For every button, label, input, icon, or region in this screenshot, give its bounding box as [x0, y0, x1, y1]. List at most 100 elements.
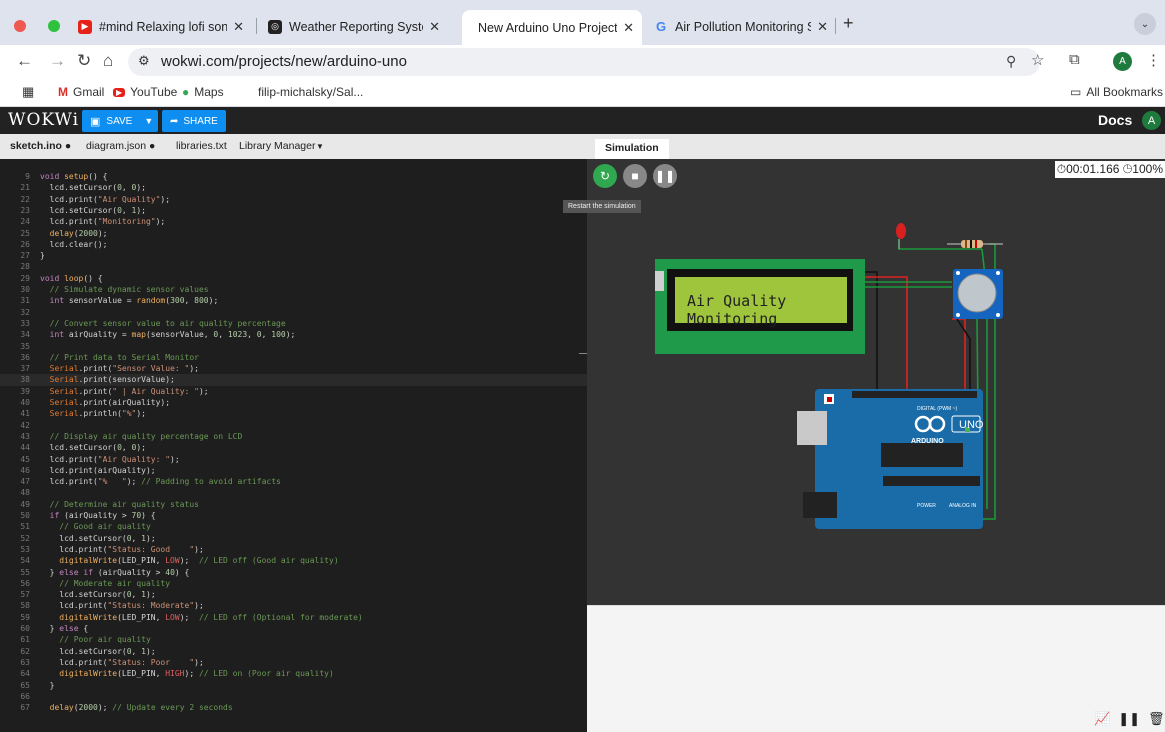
code-line[interactable]: 64 digitalWrite(LED_PIN, HIGH); // LED o…	[0, 668, 587, 679]
code-line[interactable]: 62 lcd.setCursor(0, 1);	[0, 646, 587, 657]
simulation-canvas[interactable]: ↻ ■ ❚❚ Restart the simulation ⏱00:01.166…	[563, 159, 1165, 605]
close-tab-icon[interactable]: ✕	[623, 20, 634, 36]
code-line[interactable]: 66	[0, 691, 587, 702]
code-line[interactable]: 40 Serial.print(airQuality);	[0, 397, 587, 408]
code-line[interactable]: 60 } else {	[0, 623, 587, 634]
close-tab-icon[interactable]: ✕	[817, 19, 828, 35]
tab-libraries-txt[interactable]: libraries.txt	[176, 140, 227, 152]
code-line[interactable]: 45 lcd.print("Air Quality: ");	[0, 454, 587, 465]
tab-diagram-json[interactable]: diagram.json ●	[86, 140, 155, 152]
code-line[interactable]: 24 lcd.print("Monitoring");	[0, 216, 587, 227]
code-line[interactable]: 54 digitalWrite(LED_PIN, LOW); // LED of…	[0, 555, 587, 566]
code-line[interactable]: 9 void setup() {	[0, 171, 587, 182]
maximize-window-icon[interactable]	[48, 20, 60, 32]
code-line[interactable]: 42	[0, 420, 587, 431]
close-window-icon[interactable]	[14, 20, 26, 32]
code-line[interactable]: 51 // Good air quality	[0, 521, 587, 532]
stop-simulation-button[interactable]: ■	[623, 164, 647, 188]
code-line[interactable]: 35	[0, 341, 587, 352]
code-line[interactable]: 21 lcd.setCursor(0, 0);	[0, 182, 587, 193]
url-bar[interactable]: ⚙ wokwi.com/projects/new/arduino-uno	[128, 48, 1040, 76]
home-icon[interactable]: ⌂	[103, 51, 113, 71]
code-line[interactable]: 44 lcd.setCursor(0, 0);	[0, 442, 587, 453]
restart-simulation-button[interactable]: ↻	[593, 164, 617, 188]
plotter-icon[interactable]: 📈	[1094, 711, 1110, 727]
code-line[interactable]: 32	[0, 307, 587, 318]
menu-icon[interactable]: ⋮	[1146, 51, 1161, 69]
code-line[interactable]: 63 lcd.print("Status: Poor ");	[0, 657, 587, 668]
code-line[interactable]: 67 delay(2000); // Update every 2 second…	[0, 702, 587, 713]
code-line[interactable]: 59 digitalWrite(LED_PIN, LOW); // LED of…	[0, 612, 587, 623]
code-line[interactable]: 36 // Print data to Serial Monitor	[0, 352, 587, 363]
code-line[interactable]: 29 void loop() {	[0, 273, 587, 284]
maps-pin-icon: ●	[182, 85, 190, 99]
code-line[interactable]: 25 delay(2000);	[0, 228, 587, 239]
browser-tab[interactable]: ◎ Weather Reporting System C ✕	[260, 12, 448, 41]
browser-tab[interactable]: G Air Pollution Monitoring Syste ✕	[646, 12, 836, 41]
code-line[interactable]: 26 lcd.clear();	[0, 239, 587, 250]
editor-resize-handle[interactable]	[579, 353, 587, 354]
code-line[interactable]: 55 } else if (airQuality > 40) {	[0, 567, 587, 578]
code-editor[interactable]: 9 void setup() {21 lcd.setCursor(0, 0); 22…	[0, 159, 587, 732]
code-line[interactable]: 46 lcd.print(airQuality);	[0, 465, 587, 476]
tab-simulation[interactable]: Simulation	[595, 139, 669, 159]
code-line[interactable]: 65 }	[0, 680, 587, 691]
code-line[interactable]: 48	[0, 487, 587, 498]
code-line[interactable]: 58 lcd.print("Status: Moderate");	[0, 600, 587, 611]
code-line[interactable]: 52 lcd.setCursor(0, 1);	[0, 533, 587, 544]
bookmark-youtube[interactable]: ▶ YouTube	[113, 85, 177, 99]
code-line[interactable]: 41 Serial.println("%");	[0, 408, 587, 419]
code-line[interactable]: 47 lcd.print("% "); // Padding to avoid …	[0, 476, 587, 487]
extensions-icon[interactable]: ⧉	[1069, 51, 1080, 68]
save-button[interactable]: ▣ SAVE ▼	[82, 110, 158, 132]
site-settings-icon[interactable]: ⚙	[138, 53, 150, 69]
code-line[interactable]: 27}	[0, 250, 587, 261]
bookmark-filip[interactable]: filip-michalsky/Sal...	[258, 85, 363, 99]
new-tab-icon[interactable]: +	[843, 13, 854, 34]
code-line[interactable]: 33 // Convert sensor value to air qualit…	[0, 318, 587, 329]
code-line[interactable]: 31 int sensorValue = random(300, 800);	[0, 295, 587, 306]
code-line[interactable]: 57 lcd.setCursor(0, 1);	[0, 589, 587, 600]
code-line[interactable]: 22 lcd.print("Air Quality");	[0, 194, 587, 205]
tab-library-manager[interactable]: Library Manager	[239, 140, 315, 152]
code-line[interactable]: 53 lcd.print("Status: Good ");	[0, 544, 587, 555]
browser-tab-active[interactable]: New Arduino Uno Project - W ✕	[462, 10, 642, 45]
zoom-icon[interactable]: ⚲	[1006, 53, 1016, 70]
more-tabs-dropdown-icon[interactable]: ▼	[316, 142, 324, 151]
code-line[interactable]: 50 if (airQuality > 70) {	[0, 510, 587, 521]
back-icon[interactable]: ←	[16, 51, 33, 71]
profile-avatar[interactable]: A	[1113, 52, 1132, 71]
code-line[interactable]: 23 lcd.setCursor(0, 1);	[0, 205, 587, 216]
bookmark-gmail[interactable]: M Gmail	[58, 85, 104, 99]
code-line[interactable]: 56 // Moderate air quality	[0, 578, 587, 589]
url-text[interactable]: wokwi.com/projects/new/arduino-uno	[161, 53, 407, 70]
code-line[interactable]: 34 int airQuality = map(sensorValue, 0, …	[0, 329, 587, 340]
save-dropdown-icon[interactable]: ▼	[144, 116, 153, 126]
code-line[interactable]: 37 Serial.print("Sensor Value: ");	[0, 363, 587, 374]
wokwi-logo[interactable]: WOKWi	[8, 110, 79, 130]
code-line[interactable]: 49 // Determine air quality status	[0, 499, 587, 510]
bookmark-maps[interactable]: ● Maps	[182, 85, 224, 99]
close-tab-icon[interactable]: ✕	[429, 19, 440, 35]
all-bookmarks[interactable]: ▭ All Bookmarks	[1070, 85, 1163, 99]
code-line[interactable]: 39 Serial.print(" | Air Quality: ");	[0, 386, 587, 397]
bookmark-star-icon[interactable]: ☆	[1031, 51, 1044, 69]
pause-serial-icon[interactable]: ❚❚	[1118, 711, 1140, 727]
share-button[interactable]: ➦ SHARE	[162, 110, 226, 132]
clear-serial-icon[interactable]: 🗑	[1148, 711, 1165, 727]
forward-icon[interactable]: →	[49, 51, 66, 71]
docs-link[interactable]: Docs	[1098, 112, 1132, 128]
code-line[interactable]: 38 Serial.print(sensorValue);	[0, 374, 587, 386]
close-tab-icon[interactable]: ✕	[233, 19, 244, 35]
code-line[interactable]: 28	[0, 261, 587, 272]
browser-tab[interactable]: ▶ #mind Relaxing lofi song # lo ✕	[70, 12, 252, 41]
tab-search-chevron-icon[interactable]: ⌄	[1134, 13, 1156, 35]
apps-grid-icon[interactable]: ▦	[22, 84, 34, 100]
code-line[interactable]: 30 // Simulate dynamic sensor values	[0, 284, 587, 295]
code-line[interactable]: 43 // Display air quality percentage on …	[0, 431, 587, 442]
tab-sketch-ino[interactable]: sketch.ino ●	[10, 140, 71, 152]
reload-icon[interactable]: ↻	[77, 51, 91, 71]
user-avatar[interactable]: A	[1142, 111, 1161, 130]
pause-simulation-button[interactable]: ❚❚	[653, 164, 677, 188]
code-line[interactable]: 61 // Poor air quality	[0, 634, 587, 645]
